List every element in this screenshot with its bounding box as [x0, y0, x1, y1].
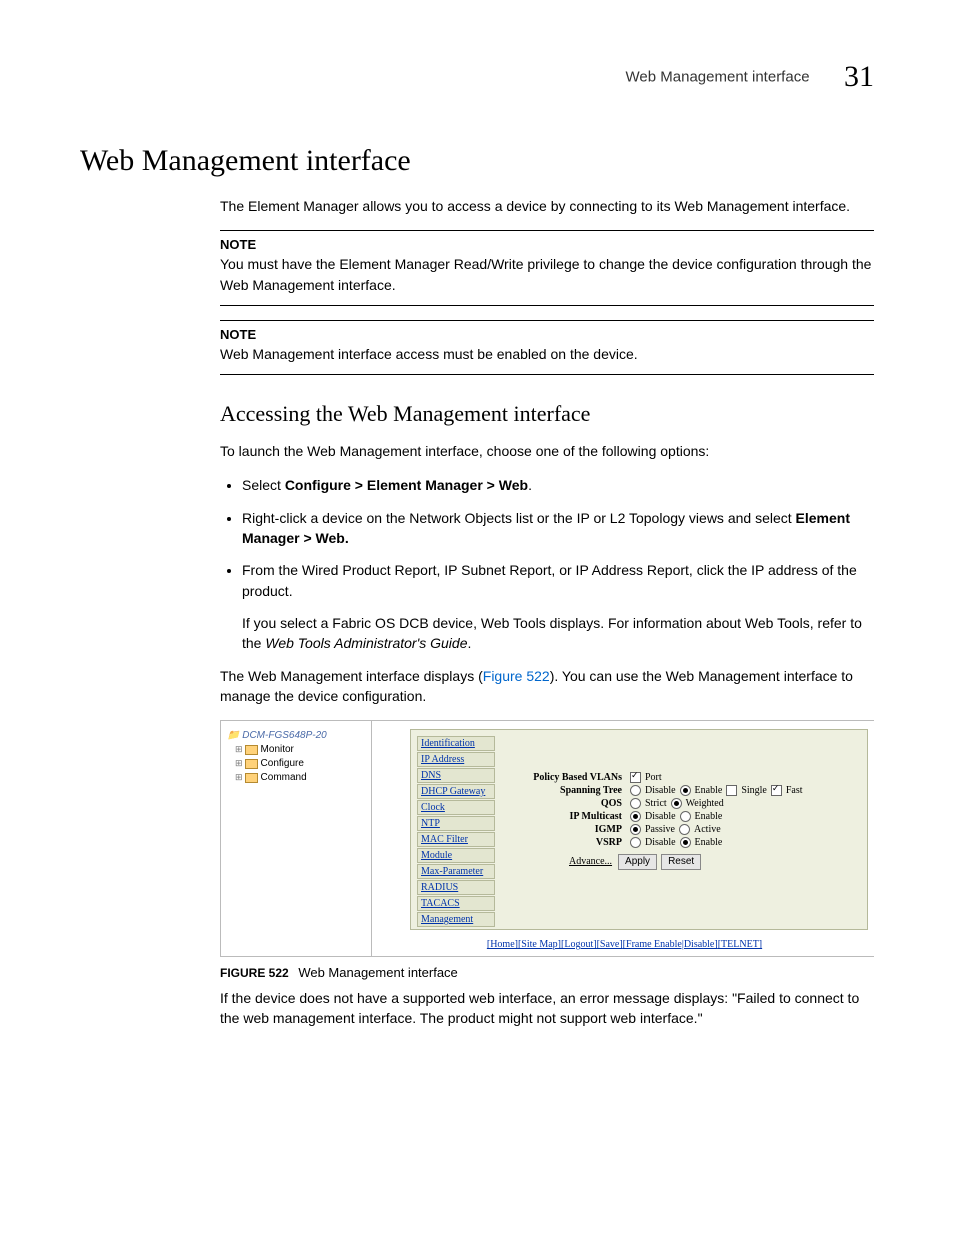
radio-button[interactable] — [679, 824, 690, 835]
option-label: Enable — [695, 837, 723, 848]
side-link[interactable]: TACACS — [417, 896, 495, 911]
checkbox[interactable] — [726, 785, 737, 796]
footer-link[interactable]: [Site Map] — [518, 939, 561, 950]
running-header: Web Management interface 31 — [80, 60, 874, 94]
list-item: Select Configure > Element Manager > Web… — [242, 475, 874, 495]
setting-label: IGMP — [507, 824, 630, 835]
figure-link[interactable]: Figure 522 — [483, 668, 550, 684]
tree-root[interactable]: 📁 DCM-FGS648P-20 — [227, 729, 367, 743]
figure-caption: FIGURE 522 Web Management interface — [220, 965, 874, 980]
note-label: NOTE — [220, 237, 874, 252]
setting-label: Spanning Tree — [507, 785, 630, 796]
launch-paragraph: To launch the Web Management interface, … — [220, 441, 874, 461]
side-link[interactable]: Identification — [417, 736, 495, 751]
folder-icon — [245, 745, 258, 755]
fabric-paragraph: If you select a Fabric OS DCB device, We… — [242, 613, 874, 654]
side-link-list: IdentificationIP AddressDNSDHCP GatewayC… — [417, 736, 495, 928]
error-paragraph: If the device does not have a supported … — [220, 988, 874, 1029]
option-label: Disable — [645, 785, 676, 796]
option-label: Passive — [645, 824, 675, 835]
reset-button[interactable]: Reset — [661, 854, 701, 870]
tree-node[interactable]: Command — [227, 771, 367, 785]
running-title: Web Management interface — [626, 69, 810, 86]
radio-button[interactable] — [680, 837, 691, 848]
radio-button[interactable] — [630, 824, 641, 835]
side-link[interactable]: Module — [417, 848, 495, 863]
option-label: Weighted — [686, 798, 724, 809]
note-label: NOTE — [220, 327, 874, 342]
option-label: Fast — [786, 785, 803, 796]
radio-button[interactable] — [680, 785, 691, 796]
tree-node[interactable]: Monitor — [227, 743, 367, 757]
list-item: Right-click a device on the Network Obje… — [242, 508, 874, 549]
setting-label: QOS — [507, 798, 630, 809]
radio-button[interactable] — [671, 798, 682, 809]
options-list: Select Configure > Element Manager > Web… — [220, 475, 874, 600]
radio-button[interactable] — [630, 811, 641, 822]
folder-icon — [245, 773, 258, 783]
chapter-number: 31 — [844, 60, 874, 93]
side-link[interactable]: IP Address — [417, 752, 495, 767]
setting-label: IP Multicast — [507, 811, 630, 822]
side-link[interactable]: NTP — [417, 816, 495, 831]
list-item: From the Wired Product Report, IP Subnet… — [242, 560, 874, 601]
side-link[interactable]: Management — [417, 912, 495, 927]
radio-button[interactable] — [630, 785, 641, 796]
note-block-2: NOTE Web Management interface access mus… — [220, 320, 874, 375]
footer-link[interactable]: [Frame Enable|Disable] — [623, 939, 718, 950]
footer-link[interactable]: [Save] — [597, 939, 623, 950]
option-label: Strict — [645, 798, 667, 809]
figure-screenshot: 📁 DCM-FGS648P-20 MonitorConfigureCommand… — [220, 720, 874, 957]
bottom-link-bar: [Home][Site Map][Logout][Save][Frame Ena… — [381, 939, 868, 950]
apply-button[interactable]: Apply — [618, 854, 657, 870]
checkbox[interactable] — [630, 772, 641, 783]
tree-panel: 📁 DCM-FGS648P-20 MonitorConfigureCommand — [227, 729, 367, 785]
advance-link[interactable]: Advance... — [569, 856, 612, 867]
radio-button[interactable] — [630, 798, 641, 809]
option-label: Disable — [645, 811, 676, 822]
note-block-1: NOTE You must have the Element Manager R… — [220, 230, 874, 306]
vertical-divider — [371, 721, 372, 956]
option-label: Single — [741, 785, 767, 796]
displays-paragraph: The Web Management interface displays (F… — [220, 666, 874, 707]
page-title: Web Management interface — [80, 144, 874, 178]
footer-link[interactable]: [Logout] — [561, 939, 597, 950]
section-heading: Accessing the Web Management interface — [220, 401, 874, 427]
side-link[interactable]: Clock — [417, 800, 495, 815]
folder-icon — [245, 759, 258, 769]
radio-button[interactable] — [680, 811, 691, 822]
radio-button[interactable] — [630, 837, 641, 848]
option-label: Port — [645, 772, 662, 783]
setting-label: VSRP — [507, 837, 630, 848]
tree-node[interactable]: Configure — [227, 757, 367, 771]
settings-form: Policy Based VLANs Port Spanning Tree Disab… — [507, 772, 861, 870]
setting-label: Policy Based VLANs — [507, 772, 630, 783]
note-text: Web Management interface access must be … — [220, 344, 874, 364]
note-text: You must have the Element Manager Read/W… — [220, 254, 874, 295]
checkbox[interactable] — [771, 785, 782, 796]
side-link[interactable]: RADIUS — [417, 880, 495, 895]
footer-link[interactable]: [Home] — [487, 939, 518, 950]
footer-link[interactable]: [TELNET] — [718, 939, 762, 950]
option-label: Enable — [695, 785, 723, 796]
side-link[interactable]: MAC Filter — [417, 832, 495, 847]
side-link[interactable]: Max-Parameter — [417, 864, 495, 879]
side-link[interactable]: DNS — [417, 768, 495, 783]
settings-panel: IdentificationIP AddressDNSDHCP GatewayC… — [410, 729, 868, 930]
side-link[interactable]: DHCP Gateway — [417, 784, 495, 799]
option-label: Active — [694, 824, 721, 835]
option-label: Enable — [695, 811, 723, 822]
intro-paragraph: The Element Manager allows you to access… — [220, 196, 874, 216]
option-label: Disable — [645, 837, 676, 848]
